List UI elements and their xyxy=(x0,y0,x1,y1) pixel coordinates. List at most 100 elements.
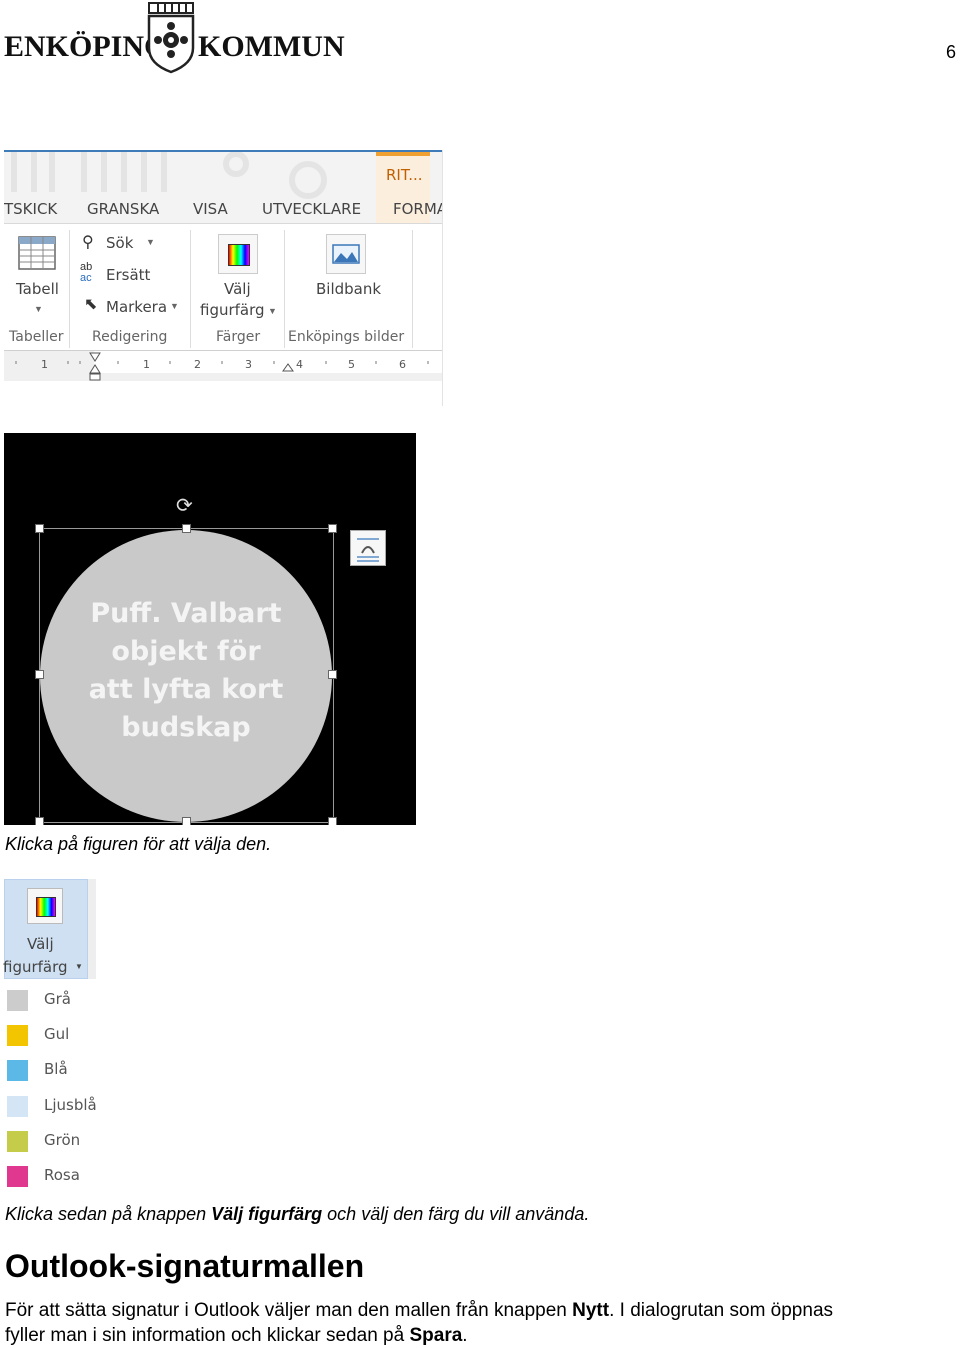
replace-button[interactable]: ab ac Ersätt xyxy=(80,261,160,288)
color-option-label: Blå xyxy=(44,1060,68,1078)
ruler-number: 3 xyxy=(245,358,252,371)
bold-new-button: Nytt xyxy=(572,1300,610,1321)
ribbon-body: Tabell ▼ ⚲ Sök ▼ ab ac Ersätt ⬉ Markera ▼… xyxy=(4,223,442,348)
layout-options-button[interactable] xyxy=(350,530,386,566)
color-swatch xyxy=(7,1131,28,1152)
chevron-down-icon: ▼ xyxy=(75,962,83,971)
tab-developer[interactable]: UTVECKLARE xyxy=(262,200,361,218)
group-separator xyxy=(284,230,285,348)
binoculars-icon: ⚲ xyxy=(82,234,94,251)
tab-review[interactable]: GRANSKA xyxy=(87,200,159,218)
ruler-number: 1 xyxy=(41,358,48,371)
logo-text-right: KOMMUN xyxy=(198,30,345,63)
color-option-label: Ljusblå xyxy=(44,1096,97,1114)
table-button[interactable]: Tabell ▼ xyxy=(8,232,66,322)
resize-handle[interactable] xyxy=(35,524,44,533)
paragraph-line: fyller man i sin information och klickar… xyxy=(5,1323,955,1348)
cursor-arrow-icon: ⬉ xyxy=(84,296,98,313)
shape-color-label-1: Välj xyxy=(224,280,251,298)
select-button[interactable]: ⬉ Markera ▼ xyxy=(80,294,180,318)
image-icon xyxy=(326,234,366,274)
color-option-label: Rosa xyxy=(44,1166,80,1184)
color-swatch xyxy=(7,1166,28,1187)
ruler-ticks xyxy=(15,351,442,381)
section-paragraph: För att sätta signatur i Outlook väljer … xyxy=(5,1298,955,1348)
color-option-pink[interactable]: Rosa xyxy=(4,1158,100,1192)
color-swatch xyxy=(7,1096,28,1117)
caption-select-shape: Klicka på figuren för att välja den. xyxy=(5,834,272,854)
search-button[interactable]: ⚲ Sök ▼ xyxy=(80,232,160,256)
color-palette-icon xyxy=(27,888,63,924)
paragraph-text: . I dialogrutan som öppnas xyxy=(609,1300,834,1321)
resize-handle[interactable] xyxy=(328,524,337,533)
color-option-gray[interactable]: Grå xyxy=(4,982,100,1016)
bold-save-button: Spara xyxy=(409,1325,463,1346)
selection-frame xyxy=(39,528,334,823)
layout-options-icon xyxy=(357,538,379,562)
shape-color-button[interactable]: Välj figurfärg ▼ xyxy=(196,232,280,322)
caption-text: och välj den färg du vill använda. xyxy=(322,1204,590,1224)
ruler-number: 1 xyxy=(143,358,150,371)
color-option-blue[interactable]: Blå xyxy=(4,1052,100,1086)
color-option-label: Grön xyxy=(44,1131,81,1149)
chevron-down-icon: ▼ xyxy=(170,301,179,311)
shape-color-dropdown-button[interactable]: Välj figurfärg ▼ xyxy=(3,879,88,979)
color-swatch xyxy=(7,1025,28,1046)
page-number: 6 xyxy=(946,42,957,62)
ribbon-screenshot: RIT... TSKICK GRANSKA VISA UTVECKLARE FO… xyxy=(4,150,443,406)
shape-color-label-2: figurfärg xyxy=(200,301,265,319)
group-separator xyxy=(412,230,413,348)
color-option-light-blue[interactable]: Ljusblå xyxy=(4,1088,100,1122)
resize-handle[interactable] xyxy=(35,670,44,679)
group-separator xyxy=(190,230,191,348)
tab-view[interactable]: VISA xyxy=(193,200,228,218)
group-separator xyxy=(69,230,70,348)
document-canvas: Puff. Valbart objekt för att lyfta kort … xyxy=(4,433,416,825)
ruler-number: 2 xyxy=(194,358,201,371)
paragraph-text: fyller man i sin information och klickar… xyxy=(5,1325,410,1346)
table-icon xyxy=(18,236,56,270)
section-heading: Outlook-signaturmallen xyxy=(5,1248,365,1284)
tab-send[interactable]: TSKICK xyxy=(4,200,57,218)
color-option-yellow[interactable]: Gul xyxy=(4,1017,100,1051)
coat-of-arms-logo xyxy=(146,2,196,74)
color-palette-icon xyxy=(218,234,258,274)
tab-contextual-draw[interactable]: RIT... xyxy=(386,166,423,184)
ruler-number: 6 xyxy=(399,358,406,371)
caption-text: Klicka sedan på knappen xyxy=(5,1204,212,1224)
paragraph-text: För att sätta signatur i Outlook väljer … xyxy=(5,1300,573,1321)
tab-format[interactable]: FORMA xyxy=(393,200,442,218)
color-swatch xyxy=(7,990,28,1011)
resize-handle[interactable] xyxy=(182,524,191,533)
replace-icon: ab ac xyxy=(80,261,93,284)
dropdown-button-label-2: figurfärg xyxy=(3,958,68,976)
chevron-down-icon: ▼ xyxy=(146,237,155,247)
caption-choose-color: Klicka sedan på knappen Välj figurfärg o… xyxy=(5,1204,589,1225)
ribbon-tab-bar: RIT... TSKICK GRANSKA VISA UTVECKLARE FO… xyxy=(4,150,442,228)
resize-handle[interactable] xyxy=(328,670,337,679)
group-label-colors: Färger xyxy=(216,329,261,345)
resize-handle[interactable] xyxy=(182,817,191,825)
ruler: 1 1 2 3 4 5 6 xyxy=(4,350,442,381)
color-option-green[interactable]: Grön xyxy=(4,1123,100,1157)
caption-bold-button-name: Välj figurfärg xyxy=(211,1204,323,1224)
select-button-label: Markera xyxy=(106,298,168,316)
group-label-editing: Redigering xyxy=(92,329,168,345)
color-option-label: Grå xyxy=(44,990,71,1008)
paragraph-text: . xyxy=(462,1325,468,1346)
table-button-label: Tabell xyxy=(16,280,59,298)
color-swatch xyxy=(7,1060,28,1081)
dropdown-edge xyxy=(88,879,96,979)
color-option-label: Gul xyxy=(44,1025,70,1043)
search-button-label: Sök xyxy=(106,234,134,252)
chevron-down-icon: ▼ xyxy=(268,306,277,316)
ruler-number: 5 xyxy=(348,358,355,371)
resize-handle[interactable] xyxy=(328,817,337,825)
image-bank-button[interactable]: Bildbank xyxy=(304,232,394,322)
paragraph-line: För att sätta signatur i Outlook väljer … xyxy=(5,1298,955,1323)
ruler-number: 4 xyxy=(296,358,303,371)
image-bank-button-label: Bildbank xyxy=(316,280,382,298)
group-label-enkoping-images: Enköpings bilder xyxy=(288,329,405,345)
rotate-handle-icon[interactable]: ⟳ xyxy=(176,493,193,518)
resize-handle[interactable] xyxy=(35,817,44,825)
